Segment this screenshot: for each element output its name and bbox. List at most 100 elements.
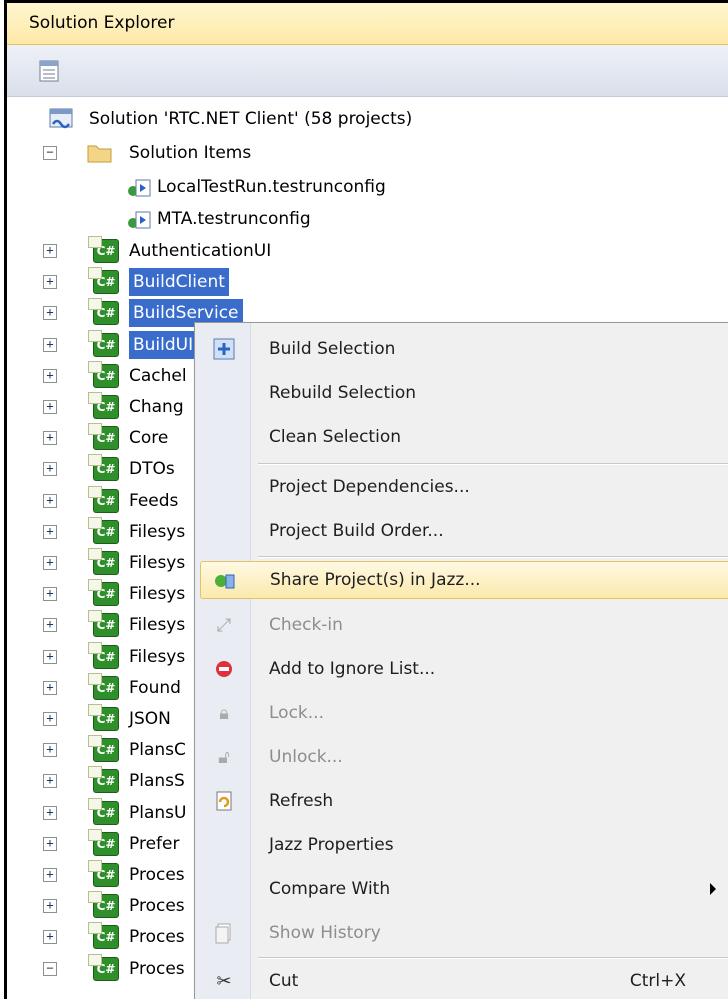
project-label: Filesys <box>129 521 186 542</box>
project-label: Filesys <box>129 646 186 667</box>
project-label: PlansS <box>129 771 185 792</box>
expand-toggle[interactable]: + <box>43 587 57 602</box>
csharp-project-icon: C# <box>88 329 119 357</box>
project-label: AuthenticationUI <box>129 241 272 261</box>
project-label: BuildClient <box>129 268 229 297</box>
project-label: Found <box>129 677 181 698</box>
menu-item-unlock[interactable]: 🔓︎ Unlock... <box>200 739 728 777</box>
expand-toggle[interactable]: + <box>43 400 57 414</box>
file-label: LocalTestRun.testrunconfig <box>157 177 386 197</box>
expand-toggle[interactable]: + <box>43 868 57 882</box>
menu-item-label: Show History <box>269 923 381 943</box>
expand-toggle[interactable]: + <box>43 836 57 851</box>
expand-toggle[interactable]: − <box>43 961 57 976</box>
menu-item-rebuild-selection[interactable]: Rebuild Selection <box>200 375 728 413</box>
project-label: Chang <box>129 397 184 417</box>
expand-toggle[interactable]: + <box>43 337 57 352</box>
menu-item-cut[interactable]: ✂ Cut Ctrl+X <box>200 963 728 999</box>
menu-item-label: Lock... <box>269 703 324 723</box>
cut-icon: ✂ <box>216 971 232 992</box>
project-label: Proces <box>129 865 185 885</box>
csharp-project-icon: C# <box>88 953 119 981</box>
csharp-project-icon: C# <box>88 704 119 731</box>
solution-label: Solution 'RTC.NET Client' (58 projects) <box>89 109 413 129</box>
expand-toggle[interactable]: + <box>43 743 57 758</box>
menu-item-check-in[interactable]: ⤢ Check-in <box>200 607 728 645</box>
expand-toggle[interactable]: + <box>43 680 57 695</box>
menu-item-clean-selection[interactable]: Clean Selection <box>200 419 728 457</box>
project-label: Core <box>129 428 169 449</box>
project-label: Proces <box>129 958 185 979</box>
collapse-toggle[interactable]: − <box>43 146 57 160</box>
share-jazz-icon <box>213 569 237 593</box>
project-label: Filesys <box>129 615 186 636</box>
check-in-icon: ⤢ <box>216 615 232 636</box>
window-title: Solution Explorer <box>29 13 175 33</box>
csharp-project-icon: C# <box>88 766 119 794</box>
menu-item-compare-with[interactable]: Compare With <box>200 871 728 909</box>
expand-toggle[interactable]: + <box>43 462 57 477</box>
menu-item-show-history[interactable]: Show History <box>200 915 728 953</box>
expand-toggle[interactable]: + <box>43 899 57 914</box>
expand-toggle[interactable]: + <box>43 431 57 446</box>
menu-item-label: Compare With <box>269 879 391 899</box>
unlock-icon: 🔓︎ <box>218 747 230 768</box>
menu-item-label: Refresh <box>269 791 334 811</box>
solution-explorer-window: Solution Explorer Solution 'RTC.NET Clie… <box>4 0 728 999</box>
project-label: BuildUI <box>129 330 198 359</box>
ignore-icon <box>212 658 236 682</box>
menu-item-label: Project Build Order... <box>269 521 444 541</box>
history-icon <box>212 922 236 946</box>
submenu-arrow-icon <box>710 883 716 895</box>
project-label: JSON <box>129 709 171 729</box>
menu-item-label: Jazz Properties <box>269 835 394 855</box>
project-label: Cachel <box>129 365 187 386</box>
csharp-project-icon: C# <box>88 641 119 669</box>
expand-toggle[interactable]: + <box>43 930 57 945</box>
expand-toggle[interactable]: + <box>43 368 57 383</box>
project-label: DTOs <box>129 459 175 480</box>
folder-icon <box>87 142 113 175</box>
menu-item-build-selection[interactable]: Build Selection <box>200 331 728 369</box>
project-label: Filesys <box>129 553 186 573</box>
title-bar: Solution Explorer <box>7 3 728 45</box>
menu-item-label: Project Dependencies... <box>269 477 470 497</box>
menu-separator <box>258 556 728 558</box>
menu-item-project-build-order[interactable]: Project Build Order... <box>200 513 728 551</box>
csharp-project-icon: C# <box>88 454 119 482</box>
toolbar <box>7 45 728 97</box>
csharp-project-icon: C# <box>88 828 119 856</box>
expand-toggle[interactable]: + <box>43 774 57 789</box>
expand-toggle[interactable]: + <box>43 618 57 633</box>
csharp-project-icon: C# <box>88 672 119 700</box>
menu-item-refresh[interactable]: Refresh <box>200 783 728 821</box>
expand-toggle[interactable]: + <box>43 493 57 508</box>
project-label: Prefer <box>129 833 180 854</box>
expand-toggle[interactable]: + <box>43 275 57 290</box>
project-label: PlansU <box>129 802 187 823</box>
expand-toggle[interactable]: + <box>43 712 57 726</box>
properties-icon[interactable] <box>37 59 63 83</box>
testrunconfig-icon <box>127 177 153 210</box>
menu-item-label: Add to Ignore List... <box>269 659 436 679</box>
menu-item-share-projects-in-jazz[interactable]: Share Project(s) in Jazz... <box>200 561 728 599</box>
expand-toggle[interactable]: + <box>43 244 57 258</box>
menu-item-label: Rebuild Selection <box>269 383 417 403</box>
menu-item-project-dependencies[interactable]: Project Dependencies... <box>200 469 728 507</box>
expand-toggle[interactable]: + <box>43 556 57 570</box>
csharp-project-icon: C# <box>88 267 119 295</box>
expand-toggle[interactable]: + <box>43 524 57 539</box>
menu-item-jazz-properties[interactable]: Jazz Properties <box>200 827 728 865</box>
expand-toggle[interactable]: + <box>43 649 57 664</box>
project-label: Feeds <box>129 490 179 511</box>
menu-item-label: Build Selection <box>269 339 396 359</box>
shortcut-label: Ctrl+X <box>629 971 686 991</box>
solution-items-label: Solution Items <box>129 143 252 163</box>
menu-item-add-to-ignore-list[interactable]: Add to Ignore List... <box>200 651 728 689</box>
expand-toggle[interactable]: + <box>43 805 57 820</box>
csharp-project-icon: C# <box>88 891 119 919</box>
menu-item-lock[interactable]: 🔒︎ Lock... <box>200 695 728 733</box>
expand-toggle[interactable]: + <box>43 306 57 321</box>
csharp-project-icon: C# <box>88 298 119 326</box>
csharp-project-icon: C# <box>88 797 119 825</box>
